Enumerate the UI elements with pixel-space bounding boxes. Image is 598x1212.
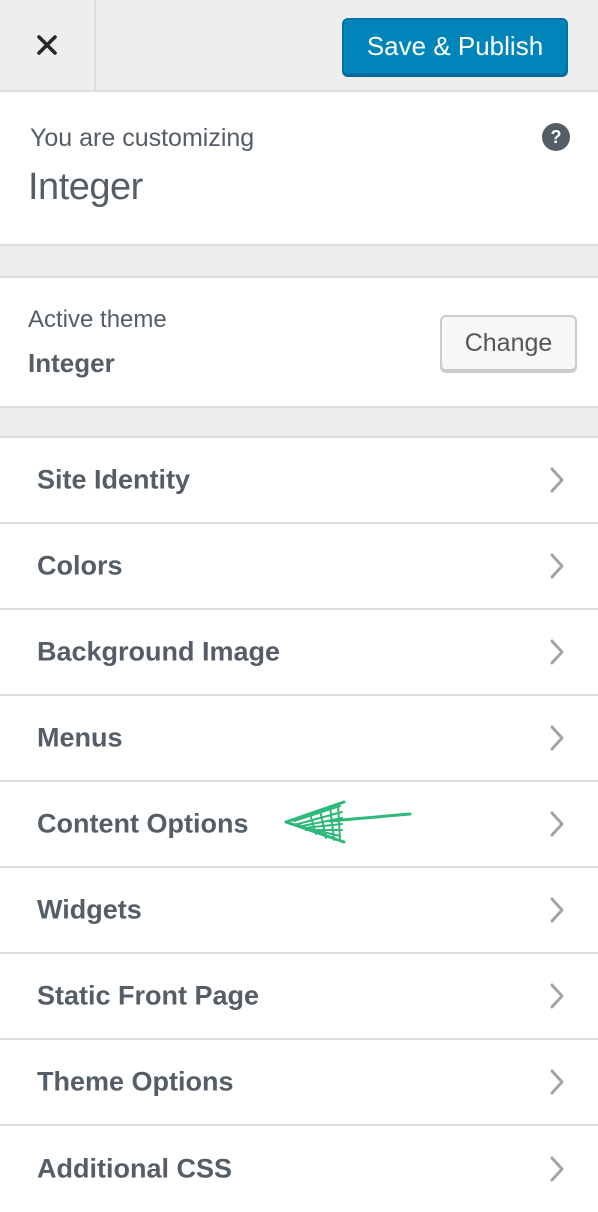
- section-label: Static Front Page: [37, 980, 260, 1011]
- close-icon: [37, 35, 57, 55]
- section-additional-css[interactable]: Additional CSS: [0, 1126, 598, 1212]
- section-label: Widgets: [37, 894, 142, 925]
- chevron-right-icon: [550, 725, 564, 751]
- section-content-options[interactable]: Content Options: [0, 782, 598, 868]
- svg-text:?: ?: [551, 127, 562, 147]
- customize-info-panel: You are customizing Integer ?: [0, 92, 598, 246]
- section-label: Theme Options: [37, 1066, 234, 1097]
- section-background-image[interactable]: Background Image: [0, 610, 598, 696]
- chevron-right-icon: [550, 553, 564, 579]
- chevron-right-icon: [550, 467, 564, 493]
- active-theme-panel: Active theme Integer Change: [0, 276, 598, 408]
- section-label: Menus: [37, 722, 123, 753]
- site-title: Integer: [28, 166, 143, 208]
- section-label: Site Identity: [37, 464, 191, 495]
- change-theme-button[interactable]: Change: [440, 315, 577, 371]
- chevron-right-icon: [550, 1069, 564, 1095]
- section-label: Content Options: [37, 808, 249, 839]
- customizer-section-list: Site Identity Colors Background Image Me…: [0, 436, 598, 1212]
- chevron-right-icon: [550, 983, 564, 1009]
- chevron-right-icon: [550, 811, 564, 837]
- customizing-label: You are customizing: [30, 124, 255, 152]
- section-static-front-page[interactable]: Static Front Page: [0, 954, 598, 1040]
- section-colors[interactable]: Colors: [0, 524, 598, 610]
- section-label: Colors: [37, 550, 123, 581]
- active-theme-name: Integer: [28, 348, 115, 378]
- active-theme-label: Active theme: [28, 306, 167, 333]
- chevron-right-icon: [550, 639, 564, 665]
- section-label: Background Image: [37, 636, 281, 667]
- help-icon[interactable]: ?: [541, 122, 571, 152]
- save-publish-button[interactable]: Save & Publish: [342, 18, 568, 75]
- section-widgets[interactable]: Widgets: [0, 868, 598, 954]
- section-label: Additional CSS: [37, 1153, 232, 1184]
- chevron-right-icon: [550, 1156, 564, 1182]
- close-button[interactable]: [0, 0, 96, 90]
- customizer-header: Save & Publish: [0, 0, 598, 92]
- section-site-identity[interactable]: Site Identity: [0, 438, 598, 524]
- chevron-right-icon: [550, 897, 564, 923]
- section-menus[interactable]: Menus: [0, 696, 598, 782]
- section-theme-options[interactable]: Theme Options: [0, 1040, 598, 1126]
